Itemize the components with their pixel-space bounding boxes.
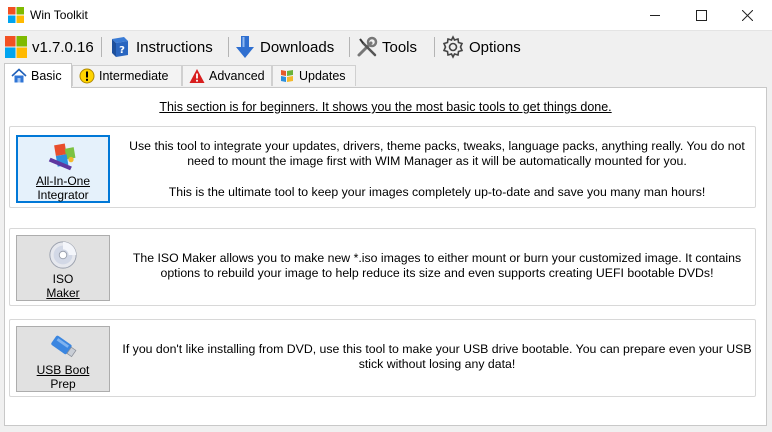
tab-updates[interactable]: Updates (272, 65, 356, 86)
downloads-label: Downloads (260, 38, 335, 56)
svg-text:?: ? (119, 45, 125, 56)
minimize-button[interactable] (632, 0, 678, 30)
tools-button[interactable]: Tools (356, 34, 417, 60)
button-label-line: ISO (52, 272, 74, 286)
all-in-one-integrator-button[interactable]: All-In-One Integrator (16, 135, 110, 203)
close-icon (741, 9, 753, 21)
toolbar-separator (434, 37, 435, 57)
tab-basic[interactable]: Basic (4, 63, 72, 88)
tools-wrench-icon (357, 36, 378, 57)
maximize-button[interactable] (678, 0, 724, 30)
instructions-button[interactable]: ? Instructions (108, 34, 213, 60)
usb-boot-prep-description: If you don't like installing from DVD, u… (122, 342, 752, 372)
tab-label: Intermediate (99, 69, 169, 83)
options-label: Options (469, 38, 521, 56)
integrator-group: All-In-One Integrator Use this tool to i… (9, 126, 756, 208)
options-button[interactable]: Options (441, 34, 521, 60)
tools-label: Tools (382, 38, 418, 56)
iso-maker-group: ISO Maker The ISO Maker allows you to ma… (9, 228, 756, 306)
gear-icon (442, 35, 464, 59)
downloads-button[interactable]: Downloads (234, 34, 334, 60)
button-label-line: Integrator (37, 188, 89, 202)
tab-label: Basic (31, 69, 62, 83)
usb-boot-prep-button[interactable]: USB Boot Prep (16, 326, 110, 392)
description-line: The ISO Maker allows you to make new *.i… (132, 251, 742, 265)
tab-label: Advanced (209, 69, 265, 83)
tab-label: Updates (299, 69, 346, 83)
maximize-icon (695, 9, 707, 21)
button-label-line: All-In-One (35, 174, 91, 188)
version-button[interactable]: v1.7.0.16 (4, 34, 94, 60)
toolbar-separator (101, 37, 102, 57)
version-label: v1.7.0.16 (32, 38, 94, 56)
window-title: Win Toolkit (30, 8, 88, 22)
main-toolbar: v1.7.0.16 ? Instructions Downloads Tools (0, 31, 772, 61)
instructions-label: Instructions (136, 38, 213, 56)
help-book-icon: ? (112, 37, 128, 57)
button-label-line: Prep (50, 377, 76, 391)
button-label-line: USB Boot (36, 363, 90, 377)
disc-icon (49, 241, 77, 269)
usb-drive-icon (51, 335, 77, 358)
intro-text: This section is for beginners. It shows … (159, 100, 612, 114)
windows-logo-icon (8, 7, 24, 23)
toolbar-separator (228, 37, 229, 57)
button-label-line: Maker (46, 286, 80, 300)
title-bar: Win Toolkit (0, 0, 772, 31)
updates-icon (281, 70, 293, 82)
iso-maker-description: The ISO Maker allows you to make new *.i… (122, 251, 752, 281)
house-icon (11, 68, 27, 83)
warning-icon (79, 68, 95, 84)
tab-advanced[interactable]: Advanced (182, 65, 272, 86)
description-line: need to mount the image first with WIM M… (187, 154, 687, 168)
download-arrow-icon (236, 36, 254, 58)
description-line: stick without losing any data! (358, 357, 516, 371)
description-line: Use this tool to integrate your updates,… (129, 139, 745, 153)
description-line: If you don't like installing from DVD, u… (122, 342, 752, 356)
minimize-icon (650, 14, 660, 16)
close-button[interactable] (724, 0, 770, 30)
integrator-description-extra: This is the ultimate tool to keep your i… (122, 185, 752, 200)
windows-logo-icon (5, 36, 27, 58)
description-line: options to rebuild your image to help re… (160, 266, 714, 280)
description-line: This is the ultimate tool to keep your i… (168, 185, 706, 199)
iso-maker-button[interactable]: ISO Maker (16, 235, 110, 301)
usb-boot-prep-group: USB Boot Prep If you don't like installi… (9, 319, 756, 397)
integrator-description: Use this tool to integrate your updates,… (122, 139, 752, 169)
integrator-icon (48, 143, 76, 171)
toolbar-separator (349, 37, 350, 57)
alert-icon (189, 69, 205, 83)
basic-tab-panel: This section is for beginners. It shows … (4, 87, 767, 426)
tab-intermediate[interactable]: Intermediate (72, 65, 182, 86)
